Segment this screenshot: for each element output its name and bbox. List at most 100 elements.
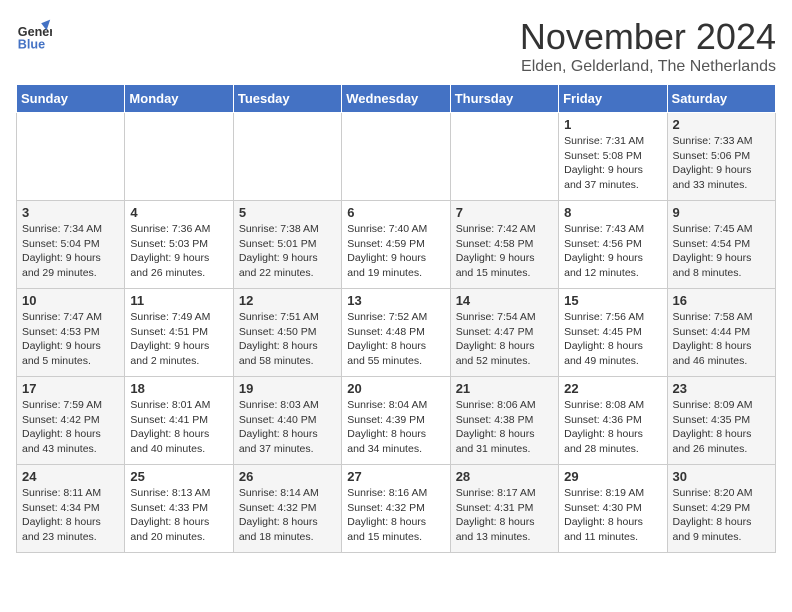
day-number: 10 — [22, 293, 119, 308]
day-info: Sunrise: 8:20 AM Sunset: 4:29 PM Dayligh… — [673, 486, 770, 545]
calendar-cell-6: 6 Sunrise: 7:40 AM Sunset: 4:59 PM Daylig… — [342, 201, 450, 289]
calendar-cell-5: 5 Sunrise: 7:38 AM Sunset: 5:01 PM Daylig… — [233, 201, 341, 289]
day-number: 12 — [239, 293, 336, 308]
day-info: Sunrise: 7:59 AM Sunset: 4:42 PM Dayligh… — [22, 398, 119, 457]
location-title: Elden, Gelderland, The Netherlands — [520, 58, 776, 76]
calendar-cell-10: 10 Sunrise: 7:47 AM Sunset: 4:53 PM Dayli… — [17, 289, 125, 377]
day-header-saturday: Saturday — [667, 85, 775, 113]
calendar-cell-14: 14 Sunrise: 7:54 AM Sunset: 4:47 PM Dayli… — [450, 289, 558, 377]
calendar-cell-16: 16 Sunrise: 7:58 AM Sunset: 4:44 PM Dayli… — [667, 289, 775, 377]
calendar-cell-7: 7 Sunrise: 7:42 AM Sunset: 4:58 PM Daylig… — [450, 201, 558, 289]
day-info: Sunrise: 7:43 AM Sunset: 4:56 PM Dayligh… — [564, 222, 661, 281]
day-info: Sunrise: 7:38 AM Sunset: 5:01 PM Dayligh… — [239, 222, 336, 281]
calendar-cell-8: 8 Sunrise: 7:43 AM Sunset: 4:56 PM Daylig… — [559, 201, 667, 289]
day-info: Sunrise: 8:14 AM Sunset: 4:32 PM Dayligh… — [239, 486, 336, 545]
calendar-cell-20: 20 Sunrise: 8:04 AM Sunset: 4:39 PM Dayli… — [342, 377, 450, 465]
calendar-table: SundayMondayTuesdayWednesdayThursdayFrid… — [16, 84, 776, 553]
calendar-cell-26: 26 Sunrise: 8:14 AM Sunset: 4:32 PM Dayli… — [233, 465, 341, 553]
calendar-week-1: 1Sunrise: 7:31 AM Sunset: 5:08 PM Daylig… — [17, 113, 776, 201]
day-number: 24 — [22, 469, 119, 484]
calendar-cell-9: 9 Sunrise: 7:45 AM Sunset: 4:54 PM Daylig… — [667, 201, 775, 289]
svg-text:Blue: Blue — [18, 37, 45, 51]
calendar-cell-4: 4 Sunrise: 7:36 AM Sunset: 5:03 PM Daylig… — [125, 201, 233, 289]
day-number: 9 — [673, 205, 770, 220]
calendar-cell-11: 11Sunrise: 7:49 AM Sunset: 4:51 PM Dayli… — [125, 289, 233, 377]
day-number: 17 — [22, 381, 119, 396]
day-number: 6 — [347, 205, 444, 220]
day-number: 29 — [564, 469, 661, 484]
day-info: Sunrise: 7:52 AM Sunset: 4:48 PM Dayligh… — [347, 310, 444, 369]
day-info: Sunrise: 8:17 AM Sunset: 4:31 PM Dayligh… — [456, 486, 553, 545]
calendar-cell-27: 27 Sunrise: 8:16 AM Sunset: 4:32 PM Dayli… — [342, 465, 450, 553]
day-info: Sunrise: 7:45 AM Sunset: 4:54 PM Dayligh… — [673, 222, 770, 281]
calendar-cell-13: 13 Sunrise: 7:52 AM Sunset: 4:48 PM Dayli… — [342, 289, 450, 377]
day-info: Sunrise: 8:16 AM Sunset: 4:32 PM Dayligh… — [347, 486, 444, 545]
calendar-week-2: 3 Sunrise: 7:34 AM Sunset: 5:04 PM Daylig… — [17, 201, 776, 289]
day-header-friday: Friday — [559, 85, 667, 113]
day-info: Sunrise: 7:54 AM Sunset: 4:47 PM Dayligh… — [456, 310, 553, 369]
day-info: Sunrise: 7:47 AM Sunset: 4:53 PM Dayligh… — [22, 310, 119, 369]
logo-icon: General Blue — [16, 16, 52, 52]
day-info: Sunrise: 7:58 AM Sunset: 4:44 PM Dayligh… — [673, 310, 770, 369]
day-number: 4 — [130, 205, 227, 220]
calendar-cell-2: 2 Sunrise: 7:33 AM Sunset: 5:06 PM Daylig… — [667, 113, 775, 201]
logo: General Blue — [16, 16, 52, 52]
calendar-cell-17: 17 Sunrise: 7:59 AM Sunset: 4:42 PM Dayli… — [17, 377, 125, 465]
day-info: Sunrise: 7:42 AM Sunset: 4:58 PM Dayligh… — [456, 222, 553, 281]
calendar-cell-empty — [450, 113, 558, 201]
month-title: November 2024 — [520, 16, 776, 58]
day-number: 2 — [673, 117, 770, 132]
day-number: 25 — [130, 469, 227, 484]
day-number: 3 — [22, 205, 119, 220]
day-info: Sunrise: 8:09 AM Sunset: 4:35 PM Dayligh… — [673, 398, 770, 457]
day-number: 8 — [564, 205, 661, 220]
calendar-cell-3: 3 Sunrise: 7:34 AM Sunset: 5:04 PM Daylig… — [17, 201, 125, 289]
calendar-cell-empty — [342, 113, 450, 201]
calendar-cell-29: 29Sunrise: 8:19 AM Sunset: 4:30 PM Dayli… — [559, 465, 667, 553]
day-number: 21 — [456, 381, 553, 396]
day-info: Sunrise: 8:11 AM Sunset: 4:34 PM Dayligh… — [22, 486, 119, 545]
day-number: 20 — [347, 381, 444, 396]
day-number: 19 — [239, 381, 336, 396]
day-info: Sunrise: 7:51 AM Sunset: 4:50 PM Dayligh… — [239, 310, 336, 369]
day-header-tuesday: Tuesday — [233, 85, 341, 113]
day-info: Sunrise: 7:34 AM Sunset: 5:04 PM Dayligh… — [22, 222, 119, 281]
day-info: Sunrise: 7:31 AM Sunset: 5:08 PM Dayligh… — [564, 134, 661, 193]
day-number: 7 — [456, 205, 553, 220]
page-header: General Blue November 2024 Elden, Gelder… — [16, 16, 776, 76]
day-info: Sunrise: 8:03 AM Sunset: 4:40 PM Dayligh… — [239, 398, 336, 457]
day-info: Sunrise: 7:40 AM Sunset: 4:59 PM Dayligh… — [347, 222, 444, 281]
day-number: 16 — [673, 293, 770, 308]
calendar-cell-empty — [125, 113, 233, 201]
calendar-week-4: 17 Sunrise: 7:59 AM Sunset: 4:42 PM Dayli… — [17, 377, 776, 465]
day-number: 27 — [347, 469, 444, 484]
calendar-week-3: 10 Sunrise: 7:47 AM Sunset: 4:53 PM Dayli… — [17, 289, 776, 377]
day-info: Sunrise: 7:33 AM Sunset: 5:06 PM Dayligh… — [673, 134, 770, 193]
day-number: 14 — [456, 293, 553, 308]
day-number: 28 — [456, 469, 553, 484]
day-number: 22 — [564, 381, 661, 396]
day-info: Sunrise: 8:06 AM Sunset: 4:38 PM Dayligh… — [456, 398, 553, 457]
calendar-cell-1: 1Sunrise: 7:31 AM Sunset: 5:08 PM Daylig… — [559, 113, 667, 201]
day-info: Sunrise: 7:36 AM Sunset: 5:03 PM Dayligh… — [130, 222, 227, 281]
day-info: Sunrise: 7:49 AM Sunset: 4:51 PM Dayligh… — [130, 310, 227, 369]
calendar-cell-25: 25 Sunrise: 8:13 AM Sunset: 4:33 PM Dayli… — [125, 465, 233, 553]
calendar-cell-22: 22 Sunrise: 8:08 AM Sunset: 4:36 PM Dayli… — [559, 377, 667, 465]
day-info: Sunrise: 8:08 AM Sunset: 4:36 PM Dayligh… — [564, 398, 661, 457]
calendar-cell-19: 19 Sunrise: 8:03 AM Sunset: 4:40 PM Dayli… — [233, 377, 341, 465]
day-number: 13 — [347, 293, 444, 308]
day-number: 23 — [673, 381, 770, 396]
day-info: Sunrise: 8:13 AM Sunset: 4:33 PM Dayligh… — [130, 486, 227, 545]
title-block: November 2024 Elden, Gelderland, The Net… — [520, 16, 776, 76]
day-number: 5 — [239, 205, 336, 220]
calendar-cell-21: 21 Sunrise: 8:06 AM Sunset: 4:38 PM Dayli… — [450, 377, 558, 465]
calendar-header-row: SundayMondayTuesdayWednesdayThursdayFrid… — [17, 85, 776, 113]
day-number: 15 — [564, 293, 661, 308]
day-info: Sunrise: 8:04 AM Sunset: 4:39 PM Dayligh… — [347, 398, 444, 457]
day-header-monday: Monday — [125, 85, 233, 113]
calendar-cell-23: 23 Sunrise: 8:09 AM Sunset: 4:35 PM Dayli… — [667, 377, 775, 465]
day-header-sunday: Sunday — [17, 85, 125, 113]
calendar-cell-12: 12 Sunrise: 7:51 AM Sunset: 4:50 PM Dayli… — [233, 289, 341, 377]
calendar-cell-28: 28 Sunrise: 8:17 AM Sunset: 4:31 PM Dayli… — [450, 465, 558, 553]
day-number: 26 — [239, 469, 336, 484]
